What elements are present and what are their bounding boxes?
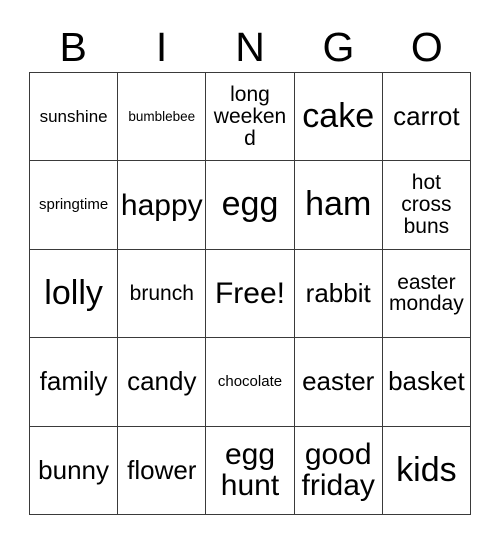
bingo-cell[interactable]: kids [382, 426, 471, 515]
bingo-header-letter-n: N [206, 22, 294, 72]
bingo-cell[interactable]: cake [294, 73, 383, 162]
bingo-header-letter-b-label: B [59, 23, 87, 70]
bingo-cell[interactable]: flower [118, 426, 207, 515]
bingo-card: B I N G O sunshine bumblebee long weeken… [0, 0, 500, 544]
bingo-cell-label: springtime [38, 196, 109, 214]
bingo-header-row: B I N G O [29, 22, 471, 72]
bingo-cell-label: carrot [393, 101, 460, 132]
bingo-header-letter-o-label: O [410, 23, 443, 70]
bingo-cell[interactable]: brunch [118, 249, 207, 339]
bingo-cell-label: kids [396, 450, 457, 489]
bingo-header-letter-g-label: G [322, 23, 355, 70]
bingo-cell[interactable]: bunny [30, 426, 119, 515]
bingo-cell-label: lolly [44, 273, 103, 312]
bingo-cell[interactable]: egg [206, 161, 295, 250]
bingo-cell-label: flower [127, 454, 197, 485]
bingo-cell-label: Free! [214, 276, 285, 310]
bingo-cell[interactable]: bumblebee [118, 73, 207, 162]
bingo-cell-label: bunny [38, 454, 110, 485]
bingo-cell[interactable]: springtime [30, 161, 119, 250]
bingo-cell-label: rabbit [305, 277, 371, 308]
bingo-cell[interactable]: sunshine [30, 73, 119, 162]
bingo-cell-label: bumblebee [128, 108, 196, 124]
bingo-cell[interactable]: chocolate [206, 338, 295, 427]
bingo-cell-label: basket [388, 366, 465, 397]
bingo-cell-label: happy [120, 188, 203, 222]
bingo-header-letter-o: O [383, 22, 471, 72]
bingo-header-letter-n-label: N [235, 23, 265, 70]
bingo-cell-label: sunshine [39, 106, 108, 126]
bingo-cell-label: easter monday [389, 270, 464, 316]
bingo-cell-label: egg [221, 185, 279, 224]
bingo-cell-label: hot cross buns [401, 171, 452, 238]
bingo-cell[interactable]: easter [294, 338, 383, 427]
bingo-cell-label: cake [302, 97, 375, 136]
bingo-cell[interactable]: lolly [30, 249, 119, 339]
bingo-header-letter-g: G [294, 22, 382, 72]
bingo-cell-label: good friday [301, 438, 375, 503]
bingo-cell-label: long weekend [213, 82, 287, 150]
bingo-cell[interactable]: hot cross buns [382, 161, 471, 250]
bingo-cell[interactable]: rabbit [294, 249, 383, 339]
bingo-cell[interactable]: family [30, 338, 119, 427]
bingo-header-letter-i-label: I [155, 23, 168, 70]
bingo-cell[interactable]: candy [118, 338, 207, 427]
bingo-header-letter-b: B [29, 22, 117, 72]
bingo-cell[interactable]: basket [382, 338, 471, 427]
bingo-cell-label: easter [302, 366, 375, 397]
bingo-cell-label: family [39, 366, 108, 397]
bingo-cell-label: chocolate [217, 373, 283, 391]
bingo-cell[interactable]: easter monday [382, 249, 471, 339]
bingo-cell[interactable]: happy [118, 161, 207, 250]
bingo-cell[interactable]: long weekend [206, 73, 295, 162]
bingo-cell-label: ham [305, 185, 372, 224]
bingo-cell[interactable]: egg hunt [206, 426, 295, 515]
bingo-cell[interactable]: ham [294, 161, 383, 250]
bingo-cell-label: brunch [129, 281, 194, 305]
bingo-grid: sunshine bumblebee long weekend cake car… [29, 72, 471, 515]
bingo-cell[interactable]: good friday [294, 426, 383, 515]
bingo-header-letter-i: I [117, 22, 205, 72]
bingo-cell[interactable]: carrot [382, 73, 471, 162]
bingo-cell-label: egg hunt [220, 438, 280, 503]
bingo-cell-label: candy [127, 366, 197, 397]
bingo-cell-free[interactable]: Free! [206, 249, 295, 339]
